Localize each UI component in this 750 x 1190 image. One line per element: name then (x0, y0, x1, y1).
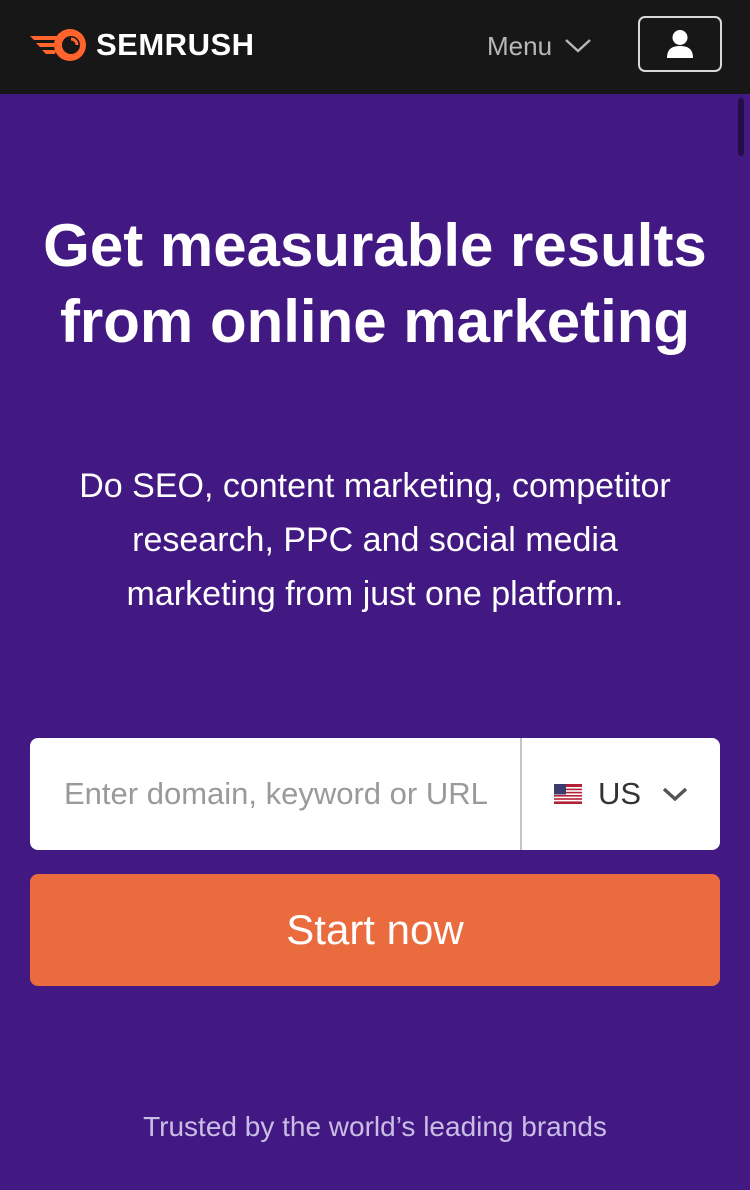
top-navigation-bar: SEMRUSH Menu (0, 0, 750, 94)
scrollbar-thumb[interactable] (738, 98, 744, 156)
chevron-down-icon (662, 787, 688, 802)
chevron-down-icon (565, 39, 591, 53)
start-now-button[interactable]: Start now (30, 874, 720, 986)
semrush-logo[interactable]: SEMRUSH (28, 25, 255, 65)
database-select[interactable]: US (522, 738, 720, 850)
menu-dropdown[interactable]: Menu (487, 26, 592, 66)
user-icon (667, 30, 693, 58)
search-form: US (30, 738, 720, 850)
semrush-fireball-icon (30, 29, 86, 61)
hero-subtitle: Do SEO, content marketing, competitor re… (79, 467, 671, 613)
account-button[interactable] (638, 16, 722, 72)
database-label: US (598, 776, 642, 811)
us-flag-icon (554, 784, 582, 804)
logo-wordmark: SEMRUSH (96, 27, 255, 62)
search-input[interactable] (30, 738, 520, 850)
hero-title: Get measurable results from online marke… (43, 212, 707, 355)
menu-label: Menu (487, 30, 553, 61)
trusted-by-text: Trusted by the world’s leading brands (143, 1111, 607, 1142)
